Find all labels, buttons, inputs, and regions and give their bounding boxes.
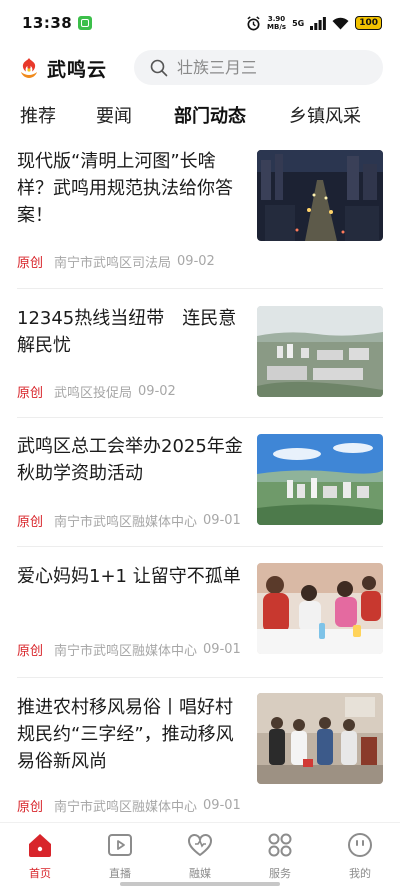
article-meta: 原创 南宁市武鸣区融媒体中心 09-01 (17, 511, 241, 530)
search-input[interactable] (177, 58, 367, 77)
article-meta: 原创 武鸣区投促局 09-02 (17, 382, 176, 401)
article-title[interactable]: 武鸣区总工会举办2025年金秋助学资助活动 (17, 433, 249, 487)
wumingyun-logo-icon[interactable] (17, 56, 41, 80)
original-tag: 原创 (17, 256, 44, 271)
home-gesture-indicator[interactable] (120, 882, 280, 886)
network-speed-value: 3.90 (267, 15, 286, 23)
network-speed: 3.90 MB/s (267, 15, 286, 31)
article-date: 09-01 (203, 798, 241, 813)
article-title[interactable]: 爱心妈妈1+1 让留守不孤单 (17, 563, 249, 590)
article-date: 09-01 (203, 642, 241, 657)
status-time: 13:38 (22, 14, 73, 32)
nav-media-label: 融媒 (189, 867, 211, 880)
article-date: 09-01 (203, 513, 241, 528)
article-thumbnail[interactable] (257, 150, 383, 241)
tab-department-news[interactable]: 部门动态 (174, 102, 246, 128)
original-tag: 原创 (17, 515, 44, 530)
article-source: 武鸣区投促局 (54, 386, 133, 401)
network-speed-unit: MB/s (267, 23, 287, 31)
nav-live-label: 直播 (109, 867, 131, 880)
category-tabs: 推荐 要闻 部门动态 乡镇风采 (0, 94, 400, 134)
app-header: 武鸣云 (0, 46, 400, 90)
nav-service-label: 服务 (269, 867, 291, 880)
nav-profile-label: 我的 (349, 867, 371, 880)
article-title[interactable]: 推进农村移风易俗丨唱好村规民约“三字经”，推动移风易俗新风尚 (17, 694, 249, 775)
article-card[interactable]: 现代版“清明上河图”长啥样？武鸣用规范执法给你答案！ 原创 南宁市武鸣区司法局 … (0, 138, 400, 288)
article-title[interactable]: 12345热线当纽带 连民意解民忧 (17, 305, 249, 359)
article-source: 南宁市武鸣区融媒体中心 (54, 515, 198, 530)
article-card[interactable]: 爱心妈妈1+1 让留守不孤单 原创 南宁市武鸣区融媒体中心 09-01 (0, 547, 400, 677)
home-icon (29, 834, 51, 857)
article-meta: 原创 南宁市武鸣区融媒体中心 09-01 (17, 796, 241, 815)
article-thumbnail[interactable] (257, 563, 383, 654)
article-thumbnail[interactable] (257, 434, 383, 525)
status-bar: 13:38 3.90 MB/s 5G 100 (0, 0, 400, 46)
tab-recommend[interactable]: 推荐 (20, 102, 56, 128)
bottom-navigation: 首页 直播 融媒 服务 我的 (0, 822, 400, 889)
article-thumbnail[interactable] (257, 306, 383, 397)
nav-live[interactable]: 直播 (90, 831, 150, 881)
original-tag: 原创 (17, 386, 44, 401)
article-thumbnail[interactable] (257, 693, 383, 784)
nav-profile[interactable]: 我的 (330, 831, 390, 881)
nav-home-label: 首页 (29, 867, 51, 880)
nav-home[interactable]: 首页 (10, 831, 70, 881)
status-indicators: 3.90 MB/s 5G 100 (246, 15, 382, 31)
tab-township-showcase[interactable]: 乡镇风采 (289, 102, 361, 128)
article-card[interactable]: 12345热线当纽带 连民意解民忧 原创 武鸣区投促局 09-02 (0, 289, 400, 417)
signal-type: 5G (292, 18, 305, 28)
service-grid-icon (268, 833, 292, 857)
app-notification-icon (78, 16, 93, 30)
battery-indicator: 100 (355, 16, 382, 30)
search-icon (150, 59, 168, 76)
heart-media-icon (188, 834, 212, 856)
article-date: 09-02 (177, 254, 215, 269)
article-title[interactable]: 现代版“清明上河图”长啥样？武鸣用规范执法给你答案！ (17, 148, 249, 229)
article-card[interactable]: 推进农村移风易俗丨唱好村规民约“三字经”，推动移风易俗新风尚 原创 南宁市武鸣区… (0, 678, 400, 818)
article-meta: 原创 南宁市武鸣区融媒体中心 09-01 (17, 640, 241, 659)
nav-media[interactable]: 融媒 (170, 831, 230, 881)
article-source: 南宁市武鸣区融媒体中心 (54, 644, 198, 659)
search-bar[interactable] (134, 50, 383, 85)
article-meta: 原创 南宁市武鸣区司法局 09-02 (17, 252, 215, 271)
article-source: 南宁市武鸣区融媒体中心 (54, 800, 198, 815)
alarm-icon (247, 15, 260, 30)
app-brand-name: 武鸣云 (47, 58, 108, 81)
original-tag: 原创 (17, 644, 44, 659)
article-card[interactable]: 武鸣区总工会举办2025年金秋助学资助活动 原创 南宁市武鸣区融媒体中心 09-… (0, 418, 400, 546)
article-date: 09-02 (138, 384, 176, 399)
wifi-icon (332, 17, 349, 29)
article-source: 南宁市武鸣区司法局 (54, 256, 172, 271)
cellular-signal-icon (310, 16, 327, 30)
original-tag: 原创 (17, 800, 44, 815)
nav-service[interactable]: 服务 (250, 831, 310, 881)
profile-icon (348, 833, 372, 857)
tab-headlines[interactable]: 要闻 (96, 102, 132, 128)
live-play-icon (108, 834, 132, 856)
